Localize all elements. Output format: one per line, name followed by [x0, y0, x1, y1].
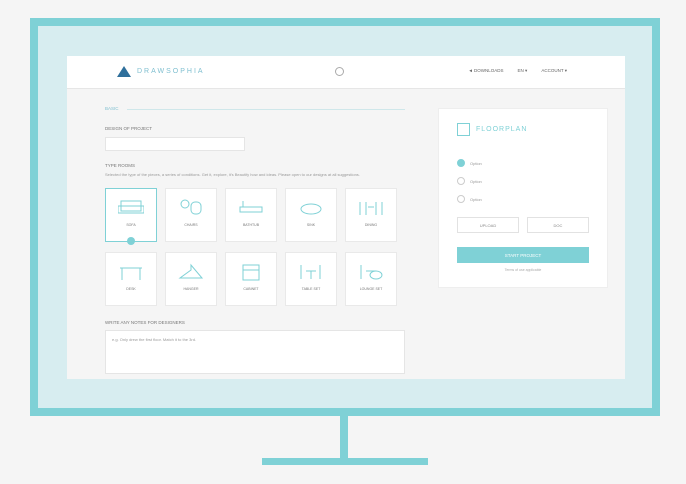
option-label: Option: [470, 178, 482, 184]
lounge-icon: [360, 265, 383, 280]
room-tile-cabinet[interactable]: CABINET: [225, 252, 277, 306]
option-radio-2[interactable]: Option: [457, 177, 482, 185]
doc-button[interactable]: DOC: [527, 217, 589, 233]
room-tile-hanger[interactable]: HANGER: [165, 252, 217, 306]
nav-language[interactable]: EN ▾: [518, 68, 528, 74]
floorplan-panel: FLOORPLAN Option Option Option UPLOAD DO…: [438, 108, 608, 288]
room-label: CHAIRS: [184, 223, 198, 227]
room-label: SINK: [306, 223, 316, 227]
desk-icon: [120, 267, 142, 280]
room-tile-lounge-set[interactable]: LOUNGE SET: [345, 252, 397, 306]
room-tile-desk[interactable]: DESK: [105, 252, 157, 306]
option-label: Option: [470, 196, 482, 202]
top-bar: DRAWSOPHIA ◄ DOWNLOADS EN ▾ ACCOUNT ▾: [67, 56, 625, 89]
option-label: Option: [470, 160, 482, 166]
room-label: DINING: [364, 223, 378, 227]
sink-icon: [300, 203, 322, 215]
room-label: HANGER: [183, 287, 199, 291]
floorplan-title: FLOORPLAN: [476, 126, 528, 133]
section-header: BASIC: [105, 106, 407, 114]
logo-icon: [117, 66, 131, 77]
start-project-button[interactable]: START PROJECT: [457, 247, 589, 263]
room-label: SOFA: [126, 223, 136, 227]
monitor-stand-neck: [340, 416, 348, 458]
logo-text: DRAWSOPHIA: [137, 68, 205, 75]
hanger-icon: [178, 263, 204, 279]
search-icon[interactable]: [335, 67, 344, 76]
dining-icon: [359, 202, 383, 215]
option-radio-3[interactable]: Option: [457, 195, 482, 203]
section-divider: [127, 109, 405, 110]
monitor-stand-base: [262, 458, 428, 465]
sofa-icon: [118, 200, 144, 214]
room-tile-table-set[interactable]: TABLE SET: [285, 252, 337, 306]
cabinet-icon: [242, 264, 260, 281]
notes-textarea[interactable]: e.g. Only drew the first floor. Match it…: [105, 330, 405, 374]
radio-dot: [457, 177, 465, 185]
room-tile-chairs[interactable]: CHAIRS: [165, 188, 217, 242]
room-label: BATHTUB: [242, 223, 260, 227]
nav-downloads[interactable]: ◄ DOWNLOADS: [468, 68, 503, 74]
bathtub-icon: [239, 201, 263, 213]
top-nav: ◄ DOWNLOADS EN ▾ ACCOUNT ▾: [468, 68, 567, 74]
option-radio-1[interactable]: Option: [457, 159, 482, 167]
nav-account[interactable]: ACCOUNT ▾: [541, 68, 567, 74]
room-label: TABLE SET: [301, 287, 321, 291]
notes-label: WRITE ANY NOTES FOR DESIGNERS: [105, 320, 185, 325]
room-label: DESK: [126, 287, 136, 291]
chair-icon: [180, 199, 202, 215]
room-tile-dining[interactable]: DINING: [345, 188, 397, 242]
floorplan-icon: [457, 123, 470, 136]
room-tile-bathtub[interactable]: BATHTUB: [225, 188, 277, 242]
type-rooms-label: TYPE ROOMS: [105, 163, 136, 168]
room-label: LOUNGE SET: [359, 287, 383, 291]
app-screen: DRAWSOPHIA ◄ DOWNLOADS EN ▾ ACCOUNT ▾ BA…: [67, 56, 625, 379]
room-tile-sofa[interactable]: SOFA: [105, 188, 157, 245]
room-grid: SOFA CHAIRS BATHTUB SINK DINING DESK HAN…: [105, 188, 407, 306]
room-tile-sink[interactable]: SINK: [285, 188, 337, 242]
logo[interactable]: DRAWSOPHIA: [117, 66, 205, 77]
room-label: CABINET: [243, 287, 259, 291]
fine-print: Terms of use applicable: [504, 268, 542, 272]
type-rooms-hint: Selected the type of the pieces, a serie…: [105, 172, 360, 177]
main-form: BASIC DESIGN OF PROJECT TYPE ROOMS Selec…: [105, 106, 407, 374]
radio-dot: [457, 159, 465, 167]
project-name-input[interactable]: [105, 137, 245, 151]
check-icon: [127, 237, 135, 245]
upload-button[interactable]: UPLOAD: [457, 217, 519, 233]
table-icon: [300, 265, 321, 279]
project-name-label: DESIGN OF PROJECT: [105, 126, 153, 131]
radio-dot: [457, 195, 465, 203]
floorplan-brand: FLOORPLAN: [457, 123, 527, 136]
